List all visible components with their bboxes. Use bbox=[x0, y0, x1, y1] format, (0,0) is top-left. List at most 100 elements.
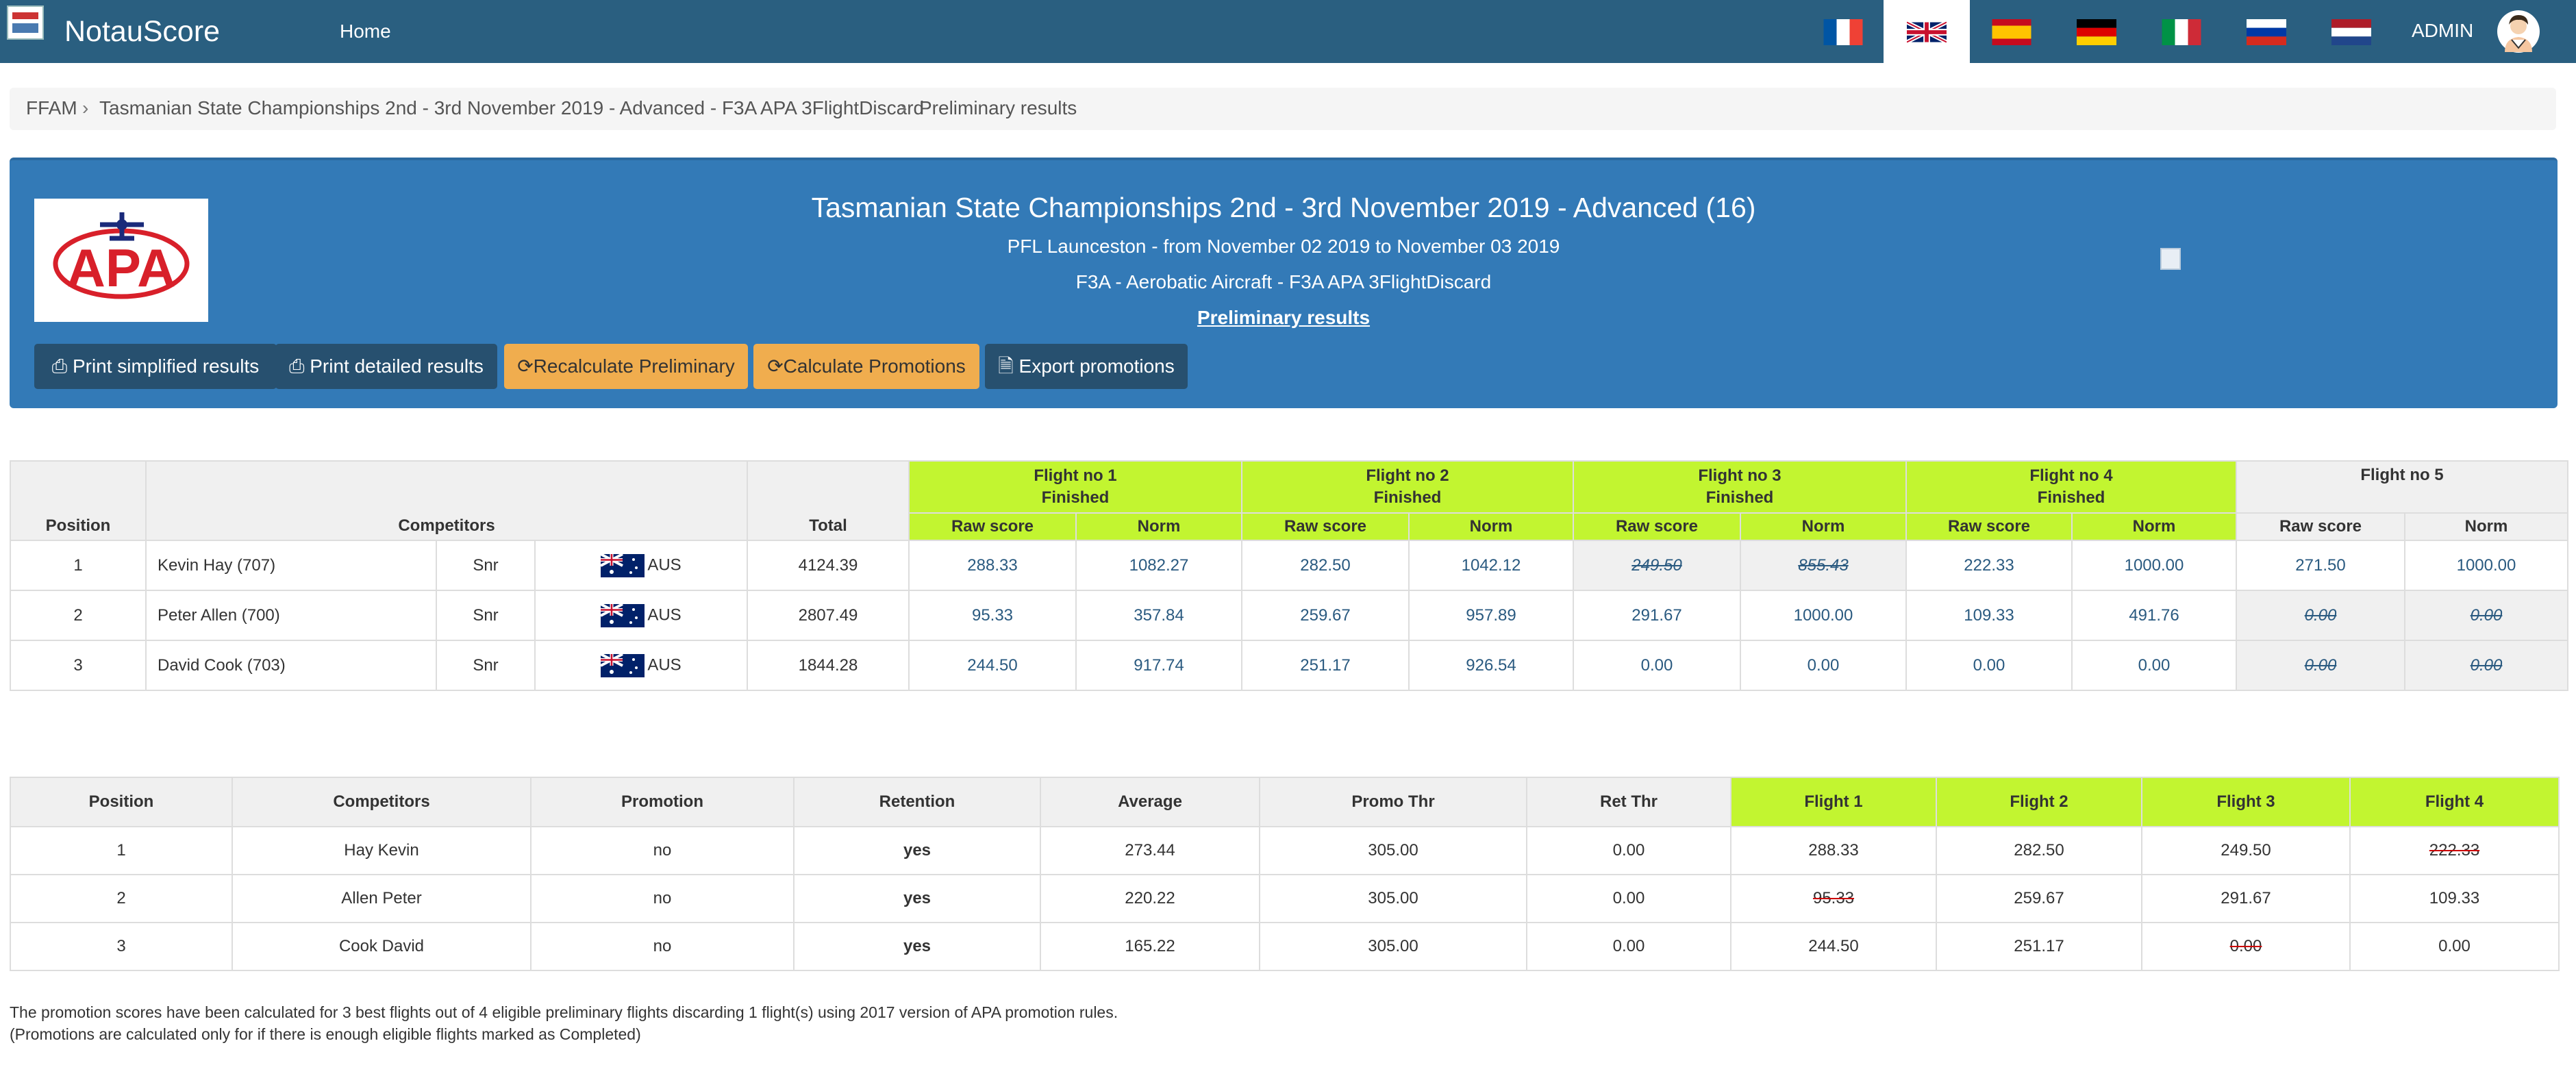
score-cell: 957.89 bbox=[1408, 590, 1574, 641]
score-cell: 917.74 bbox=[1075, 640, 1242, 691]
germany-flag-icon[interactable] bbox=[2077, 19, 2116, 45]
score-cell[interactable]: 282.50 bbox=[1241, 540, 1410, 591]
ret-thr-cell: 0.00 bbox=[1526, 874, 1731, 923]
russia-flag-icon[interactable] bbox=[2247, 19, 2286, 45]
flight-score-cell: 244.50 bbox=[1730, 922, 1937, 971]
print-detailed-button[interactable]: ⎙ Print detailed results bbox=[275, 344, 497, 389]
promo-thr-cell: 305.00 bbox=[1259, 826, 1527, 875]
score-cell[interactable]: 95.33 bbox=[908, 590, 1077, 641]
flight-3-header: Flight no 3 Finished bbox=[1573, 460, 1907, 514]
score-cell: 926.54 bbox=[1408, 640, 1574, 691]
netherlands-flag-icon[interactable] bbox=[2331, 19, 2371, 45]
norm-header: Norm bbox=[2071, 512, 2237, 541]
score-cell: 0.00 bbox=[2071, 640, 2237, 691]
print-simplified-button[interactable]: ⎙ Print simplified results bbox=[34, 344, 277, 389]
score-cell[interactable]: 0.00 bbox=[2236, 590, 2405, 641]
breadcrumb-item-ffam[interactable]: FFAM bbox=[26, 97, 77, 119]
norm-header: Norm bbox=[1740, 512, 1907, 541]
refresh-icon: ⟳ bbox=[767, 355, 784, 377]
promotion-cell: no bbox=[530, 826, 795, 875]
table-row: 1 Hay Kevin no yes 273.44 305.00 0.00 28… bbox=[10, 826, 2560, 875]
score-cell: 0.00 bbox=[1740, 640, 1907, 691]
col-flight-3: Flight 3 bbox=[2141, 777, 2351, 827]
competitor-name: Cook David bbox=[232, 922, 532, 971]
italy-flag-icon[interactable] bbox=[2162, 19, 2201, 45]
broken-image-icon bbox=[2160, 248, 2181, 270]
export-promotions-button[interactable]: 🗎 Export promotions bbox=[985, 344, 1188, 389]
position-cell: 2 bbox=[10, 590, 147, 641]
flight-score-cell: 249.50 bbox=[2141, 826, 2351, 875]
position-cell: 2 bbox=[10, 874, 233, 923]
col-ret-thr: Ret Thr bbox=[1526, 777, 1731, 827]
breadcrumb: FFAM › Tasmanian State Championships 2nd… bbox=[10, 88, 2556, 130]
promotion-footnote-note: (Promotions are calculated only for if t… bbox=[10, 1025, 641, 1043]
user-avatar-icon[interactable] bbox=[2497, 10, 2540, 53]
score-cell[interactable]: 109.33 bbox=[1905, 590, 2073, 641]
flight-2-header: Flight no 2 Finished bbox=[1241, 460, 1574, 514]
flight-score-cell: 0.00 bbox=[2349, 922, 2560, 971]
flight-score-cell: 288.33 bbox=[1730, 826, 1937, 875]
position-cell: 1 bbox=[10, 826, 233, 875]
score-cell[interactable]: 291.67 bbox=[1573, 590, 1741, 641]
score-cell[interactable]: 271.50 bbox=[2236, 540, 2405, 591]
country-cell: AUS bbox=[534, 590, 748, 641]
calculate-promotions-button[interactable]: ⟳Calculate Promotions bbox=[753, 344, 979, 389]
score-cell: 1000.00 bbox=[2071, 540, 2237, 591]
norm-header: Norm bbox=[2404, 512, 2568, 541]
discarded-score: 0.00 bbox=[2304, 605, 2337, 625]
flight-5-header: Flight no 5 bbox=[2236, 460, 2568, 514]
france-flag-icon[interactable] bbox=[1823, 19, 1863, 45]
printer-icon: ⎙ bbox=[289, 355, 310, 377]
score-cell[interactable]: 259.67 bbox=[1241, 590, 1410, 641]
competitor-name[interactable]: Peter Allen (700) bbox=[145, 590, 437, 641]
col-flight-4: Flight 4 bbox=[2349, 777, 2560, 827]
score-cell[interactable]: 249.50 bbox=[1573, 540, 1741, 591]
col-promo-thr: Promo Thr bbox=[1259, 777, 1527, 827]
australia-flag-icon bbox=[601, 603, 645, 627]
recalculate-preliminary-button[interactable]: ⟳Recalculate Preliminary bbox=[504, 344, 748, 389]
discarded-score: 249.50 bbox=[1631, 555, 1682, 575]
app-logo-icon[interactable] bbox=[7, 5, 44, 40]
score-cell[interactable]: 222.33 bbox=[1905, 540, 2073, 591]
table-row: 2 Peter Allen (700) Snr AUS 2807.49 95.3… bbox=[10, 590, 2568, 641]
score-cell: 0.00 bbox=[2404, 590, 2568, 641]
breadcrumb-item-contest[interactable]: Tasmanian State Championships 2nd - 3rd … bbox=[99, 97, 924, 119]
competitor-name[interactable]: David Cook (703) bbox=[145, 640, 437, 691]
flight-score-cell: 95.33 bbox=[1730, 874, 1937, 923]
norm-header: Norm bbox=[1075, 512, 1242, 541]
col-total: Total bbox=[747, 460, 910, 541]
col-average: Average bbox=[1040, 777, 1260, 827]
class-cell: Snr bbox=[436, 540, 536, 591]
score-cell[interactable]: 0.00 bbox=[2236, 640, 2405, 691]
score-cell[interactable]: 0.00 bbox=[1573, 640, 1741, 691]
score-cell: 1042.12 bbox=[1408, 540, 1574, 591]
score-cell: 1082.27 bbox=[1075, 540, 1242, 591]
col-flight-2: Flight 2 bbox=[1936, 777, 2142, 827]
score-cell[interactable]: 0.00 bbox=[1905, 640, 2073, 691]
nav-home-link[interactable]: Home bbox=[340, 21, 391, 42]
col-position: Position bbox=[10, 777, 233, 827]
flight-score-cell: 251.17 bbox=[1936, 922, 2142, 971]
score-cell[interactable]: 244.50 bbox=[908, 640, 1077, 691]
position-cell: 1 bbox=[10, 540, 147, 591]
brand-name[interactable]: NotauScore bbox=[64, 15, 220, 49]
score-cell: 1000.00 bbox=[2404, 540, 2568, 591]
score-cell[interactable]: 288.33 bbox=[908, 540, 1077, 591]
position-cell: 3 bbox=[10, 922, 233, 971]
preliminary-results-link[interactable]: Preliminary results bbox=[1197, 307, 1370, 328]
flight-score-cell: 282.50 bbox=[1936, 826, 2142, 875]
score-cell[interactable]: 251.17 bbox=[1241, 640, 1410, 691]
discarded-score: 855.43 bbox=[1798, 555, 1849, 575]
flight-score-cell: 222.33 bbox=[2349, 826, 2560, 875]
spain-flag-icon[interactable] bbox=[1992, 19, 2031, 45]
table-row: 1 Kevin Hay (707) Snr AUS 4124.39 288.33… bbox=[10, 540, 2568, 591]
australia-flag-icon bbox=[601, 653, 645, 677]
uk-flag-icon[interactable] bbox=[1907, 19, 1947, 45]
score-cell: 491.76 bbox=[2071, 590, 2237, 641]
table-row: 3 Cook David no yes 165.22 305.00 0.00 2… bbox=[10, 922, 2560, 971]
competitor-name[interactable]: Kevin Hay (707) bbox=[145, 540, 437, 591]
admin-menu[interactable]: ADMIN bbox=[2412, 20, 2473, 42]
flight-1-header: Flight no 1 Finished bbox=[908, 460, 1242, 514]
country-cell: AUS bbox=[534, 540, 748, 591]
col-position: Position bbox=[10, 460, 147, 541]
